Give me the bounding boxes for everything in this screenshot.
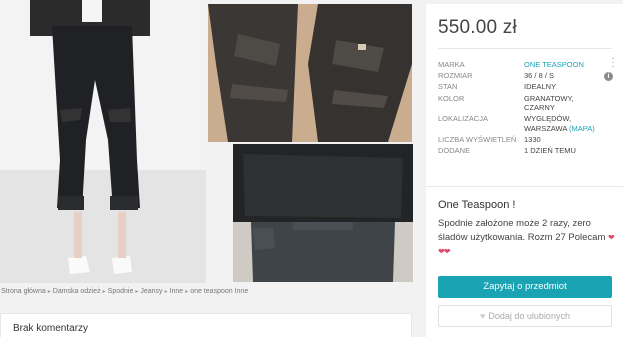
caret-right-icon: ▸ bbox=[102, 289, 106, 295]
attr-row-color: Kolor Granatowy, czarny bbox=[438, 94, 608, 113]
attr-label: Liczba wyświetleń bbox=[438, 135, 517, 145]
caret-right-icon: ▸ bbox=[47, 289, 51, 295]
caret-right-icon: ▸ bbox=[185, 289, 189, 295]
attr-row-views: Liczba wyświetleń 1330 bbox=[438, 135, 608, 145]
item-title: One Teaspoon ! bbox=[438, 199, 516, 211]
attr-value: 1330 bbox=[524, 135, 541, 145]
comments-title: Brak komentarzy bbox=[13, 323, 89, 334]
attr-label: Dodane bbox=[438, 146, 471, 156]
add-to-favorites-label: Dodaj do ulubionych bbox=[488, 311, 570, 321]
main-photo[interactable] bbox=[0, 0, 206, 283]
add-to-favorites-button[interactable]: ♥ Dodaj do ulubionych bbox=[438, 305, 612, 327]
heart-icon: ♥ bbox=[480, 311, 486, 321]
attr-value-location: Wyględów, Warszawa (MAPA) bbox=[524, 114, 595, 133]
attr-row-location: Lokalizacja Wyględów, Warszawa (MAPA) bbox=[438, 114, 608, 133]
attr-label: Marka bbox=[438, 60, 465, 69]
description-text: Spodnie założone może 2 razy, zero śladó… bbox=[438, 218, 606, 243]
breadcrumb-link[interactable]: Damska odzież bbox=[53, 288, 101, 295]
attr-label: Rozmiar bbox=[438, 71, 473, 81]
comments-section: Brak komentarzy bbox=[0, 313, 412, 337]
detail-photo-knees[interactable] bbox=[208, 4, 412, 142]
attr-row-added: Dodane 1 dzień temu bbox=[438, 146, 608, 156]
attr-label: Lokalizacja bbox=[438, 114, 489, 124]
breadcrumb-link[interactable]: Spodnie bbox=[108, 288, 134, 295]
listing-panel: 550.00 zł · · · i Marka One Teaspoon Rozmi… bbox=[426, 4, 623, 337]
attr-row-brand: Marka One Teaspoon bbox=[438, 60, 608, 70]
item-description: Spodnie założone może 2 razy, zero śladó… bbox=[438, 217, 616, 259]
divider bbox=[426, 186, 623, 187]
brand-link[interactable]: One Teaspoon bbox=[524, 60, 584, 70]
attr-row-condition: Stan Idealny bbox=[438, 82, 608, 92]
more-vertical-icon[interactable]: · · · bbox=[609, 54, 617, 72]
caret-right-icon: ▸ bbox=[164, 289, 168, 295]
attr-value: Idealny bbox=[524, 82, 557, 92]
breadcrumb: Strona główna ▸ Damska odzież ▸ Spodnie ▸ Jean… bbox=[1, 288, 248, 295]
breadcrumb-link[interactable]: Strona główna bbox=[1, 288, 46, 295]
attr-label: Stan bbox=[438, 82, 458, 92]
map-link[interactable]: (MAPA) bbox=[569, 124, 595, 133]
attr-label: Kolor bbox=[438, 93, 465, 103]
breadcrumb-link[interactable]: Jeansy bbox=[140, 288, 162, 295]
attr-value: Granatowy, czarny bbox=[524, 93, 574, 113]
detail-photo-back[interactable] bbox=[233, 144, 413, 282]
attr-value: 1 dzień temu bbox=[524, 146, 576, 156]
location-text: Wyględów, Warszawa bbox=[524, 114, 572, 133]
attr-row-size: Rozmiar 36 / 8 / S bbox=[438, 71, 608, 81]
divider bbox=[438, 48, 612, 49]
breadcrumb-link[interactable]: Inne bbox=[170, 288, 184, 295]
attributes-list: Marka One Teaspoon Rozmiar 36 / 8 / S St… bbox=[438, 60, 608, 158]
photo-gallery bbox=[0, 0, 413, 283]
ask-about-item-button[interactable]: Zapytaj o przedmiot bbox=[438, 276, 612, 298]
price: 550.00 zł bbox=[438, 17, 517, 38]
caret-right-icon: ▸ bbox=[135, 289, 139, 295]
breadcrumb-link[interactable]: one teaspoon Inne bbox=[190, 288, 248, 295]
attr-value: 36 / 8 / S bbox=[524, 71, 555, 81]
